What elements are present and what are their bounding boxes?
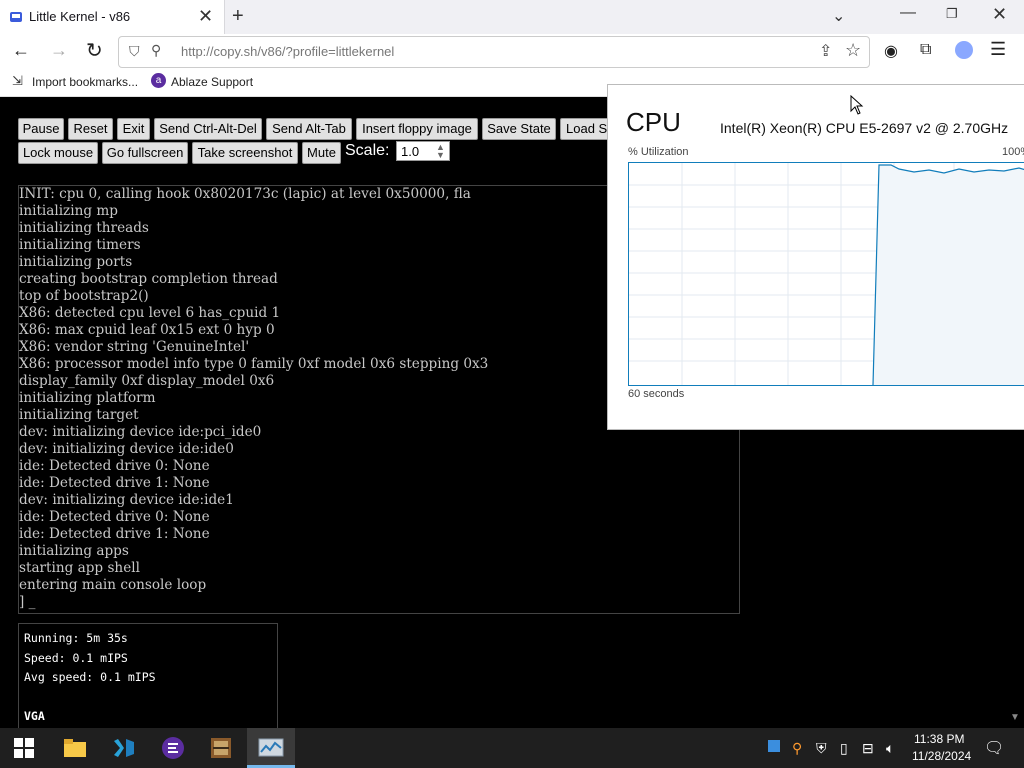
console-line: top of bootstrap2() bbox=[19, 288, 149, 304]
cpu-name: Intel(R) Xeon(R) CPU E5-2697 v2 @ 2.70GH… bbox=[720, 120, 1009, 136]
windows-start-icon[interactable] bbox=[14, 738, 34, 758]
reset-button[interactable]: Reset bbox=[68, 118, 113, 140]
console-line: starting app shell bbox=[19, 560, 140, 576]
usb-icon[interactable]: ▯ bbox=[840, 740, 848, 757]
bookmark-import[interactable]: Import bookmarks... bbox=[32, 75, 138, 89]
console-line: initializing apps bbox=[19, 543, 129, 559]
window-close-icon[interactable]: ✕ bbox=[992, 4, 1007, 25]
insert-floppy-button[interactable]: Insert floppy image bbox=[356, 118, 478, 140]
console-line: X86: vendor string 'GenuineIntel' bbox=[19, 339, 250, 355]
account-icon[interactable]: ◉ bbox=[884, 41, 898, 61]
speed: Speed: 0.1 mIPS bbox=[24, 651, 128, 665]
send-ctrl-alt-del-button[interactable]: Send Ctrl-Alt-Del bbox=[154, 118, 262, 140]
save-state-button[interactable]: Save State bbox=[482, 118, 556, 140]
spinner-icon[interactable]: ▲ ▼ bbox=[436, 143, 445, 160]
mute-button[interactable]: Mute bbox=[302, 142, 341, 164]
send-alt-tab-button[interactable]: Send Alt-Tab bbox=[266, 118, 352, 140]
file-explorer-icon[interactable] bbox=[63, 738, 87, 758]
utilization-label: % Utilization bbox=[628, 146, 689, 158]
console-line: INIT: cpu 0, calling hook 0x8020173c (la… bbox=[19, 186, 471, 202]
console-line: ] _ bbox=[19, 594, 36, 610]
scale-label: Scale: bbox=[345, 142, 390, 159]
reload-icon[interactable]: ↻ bbox=[86, 38, 103, 63]
scroll-down-icon[interactable]: ▼ bbox=[1010, 712, 1020, 723]
pause-button[interactable]: Pause bbox=[18, 118, 64, 140]
time-span-label: 60 seconds bbox=[628, 388, 685, 400]
load-state-button[interactable]: Load St bbox=[560, 118, 613, 140]
shield-icon[interactable]: ⛉ bbox=[129, 43, 140, 60]
go-fullscreen-button[interactable]: Go fullscreen bbox=[102, 142, 188, 164]
ablaze-logo-icon: a bbox=[151, 73, 166, 88]
cpu-utilization-graph bbox=[628, 162, 1024, 386]
search-icon[interactable]: ⚲ bbox=[792, 740, 802, 757]
console-line: initializing ports bbox=[19, 254, 133, 270]
console-line: display_family 0xf display_model 0x6 bbox=[19, 373, 275, 389]
console-line: entering main console loop bbox=[19, 577, 207, 593]
profile-avatar-icon[interactable] bbox=[955, 41, 973, 59]
console-line: X86: detected cpu level 6 has_cpuid 1 bbox=[19, 305, 281, 321]
restore-icon[interactable]: ❐ bbox=[946, 6, 958, 22]
ablaze-browser-icon[interactable] bbox=[161, 736, 185, 760]
bookmark-ablaze-support[interactable]: Ablaze Support bbox=[171, 75, 253, 89]
take-screenshot-button[interactable]: Take screenshot bbox=[192, 142, 298, 164]
exit-button[interactable]: Exit bbox=[117, 118, 150, 140]
running-time: Running: 5m 35s bbox=[24, 631, 128, 645]
cpu-usage-area bbox=[873, 165, 1024, 385]
stats-panel: Running: 5m 35s Speed: 0.1 mIPS Avg spee… bbox=[18, 623, 278, 729]
share-icon[interactable]: ⇪ bbox=[819, 41, 832, 61]
console-line: ide: Detected drive 0: None bbox=[19, 509, 210, 525]
console-line: initializing target bbox=[19, 407, 139, 423]
console-line: dev: initializing device ide:pci_ide0 bbox=[19, 424, 262, 440]
console-line: initializing mp bbox=[19, 203, 118, 219]
console-line: ide: Detected drive 1: None bbox=[19, 526, 210, 542]
console-line: dev: initializing device ide:ide0 bbox=[19, 441, 234, 457]
hamburger-menu-icon[interactable]: ☰ bbox=[990, 39, 1006, 60]
browser-tab-strip: Little Kernel - v86 ✕ + ⌄ — ❐ ✕ bbox=[0, 0, 1024, 34]
import-icon: ⇲ bbox=[12, 73, 23, 88]
console-line: X86: processor model info type 0 family … bbox=[19, 356, 489, 372]
clock-time[interactable]: 11:38 PM bbox=[914, 732, 964, 746]
tab-title: Little Kernel - v86 bbox=[29, 9, 131, 24]
navigation-bar: ← → ↻ ⛉ ⚲ http://copy.sh/v86/?profile=li… bbox=[0, 34, 1024, 68]
bookmark-star-icon[interactable]: ☆ bbox=[845, 40, 861, 61]
v86-favicon-icon bbox=[10, 12, 22, 22]
task-manager-window[interactable]: CPU Intel(R) Xeon(R) CPU E5-2697 v2 @ 2.… bbox=[607, 84, 1024, 430]
url-text[interactable]: http://copy.sh/v86/?profile=littlekernel bbox=[181, 44, 394, 59]
console-line: ide: Detected drive 1: None bbox=[19, 475, 210, 491]
clock-date[interactable]: 11/28/2024 bbox=[912, 749, 971, 763]
back-arrow-icon[interactable]: ← bbox=[12, 40, 30, 61]
console-line: initializing platform bbox=[19, 390, 156, 406]
minimize-icon[interactable]: — bbox=[900, 4, 916, 22]
windows-taskbar: ⚲ ⛨ ▯ ⊟ 🔈︎ 11:38 PM 11/28/2024 🗨︎ bbox=[0, 728, 1024, 768]
cpu-title: CPU bbox=[626, 107, 681, 137]
volume-muted-icon[interactable]: 🔈︎ bbox=[886, 740, 894, 757]
tray-app-icon[interactable] bbox=[768, 740, 780, 752]
console-line: initializing timers bbox=[19, 237, 141, 253]
console-line: initializing threads bbox=[19, 220, 149, 236]
avg-speed: Avg speed: 0.1 mIPS bbox=[24, 670, 156, 684]
console-line: dev: initializing device ide:ide1 bbox=[19, 492, 234, 508]
lock-mouse-button[interactable]: Lock mouse bbox=[18, 142, 98, 164]
vscode-icon[interactable] bbox=[112, 737, 136, 759]
new-tab-icon[interactable]: + bbox=[232, 5, 244, 27]
browser-tab[interactable]: Little Kernel - v86 ✕ bbox=[0, 0, 225, 34]
vga-label: VGA bbox=[24, 709, 45, 723]
extensions-icon[interactable]: ⧉ bbox=[920, 41, 931, 59]
tab-close-icon[interactable]: ✕ bbox=[198, 6, 213, 26]
chevron-down-icon[interactable]: ⌄ bbox=[832, 6, 845, 26]
site-info-icon[interactable]: ⚲ bbox=[151, 42, 161, 59]
winrar-icon[interactable] bbox=[209, 736, 233, 760]
console-line: ide: Detected drive 0: None bbox=[19, 458, 210, 474]
mouse-cursor-icon bbox=[850, 95, 864, 115]
task-manager-icon[interactable] bbox=[258, 737, 284, 759]
network-icon[interactable]: ⊟ bbox=[862, 740, 874, 757]
console-line: X86: max cpuid leaf 0x15 ext 0 hyp 0 bbox=[19, 322, 275, 338]
url-bar[interactable]: ⛉ ⚲ http://copy.sh/v86/?profile=littleke… bbox=[118, 36, 870, 68]
notification-icon[interactable]: 🗨︎ bbox=[984, 738, 1004, 758]
max-percent-label: 100% bbox=[1002, 146, 1024, 158]
forward-arrow-icon[interactable]: → bbox=[50, 40, 68, 61]
defender-shield-icon[interactable]: ⛨ bbox=[816, 740, 827, 757]
console-line: creating bootstrap completion thread bbox=[19, 271, 278, 287]
